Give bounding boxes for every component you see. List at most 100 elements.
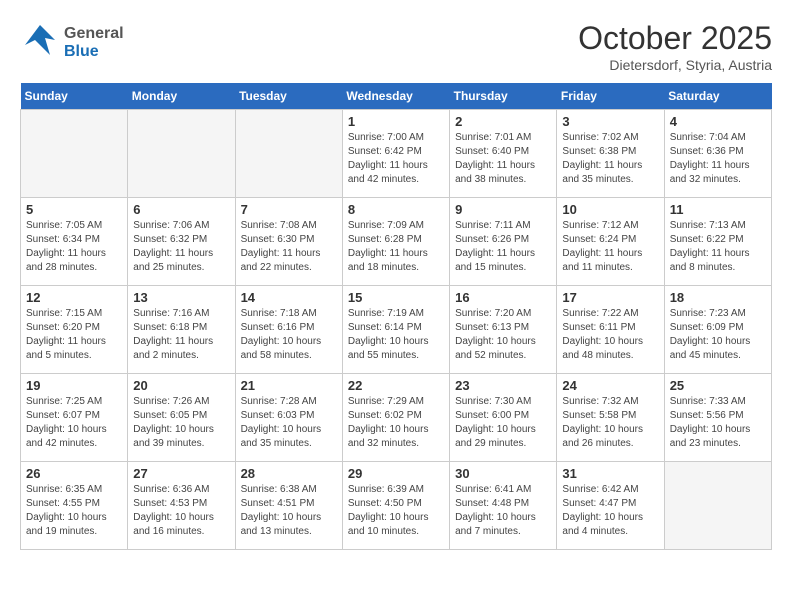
day-number: 1 bbox=[348, 114, 444, 129]
calendar-cell: 6 Sunrise: 7:06 AM Sunset: 6:32 PM Daylig… bbox=[128, 198, 235, 286]
weekday-header-sunday: Sunday bbox=[21, 83, 128, 110]
day-number: 14 bbox=[241, 290, 337, 305]
day-number: 23 bbox=[455, 378, 551, 393]
day-number: 15 bbox=[348, 290, 444, 305]
day-info: Sunrise: 7:25 AM Sunset: 6:07 PM Dayligh… bbox=[26, 395, 122, 451]
day-number: 29 bbox=[348, 466, 444, 481]
weekday-header-wednesday: Wednesday bbox=[342, 83, 449, 110]
day-info: Sunrise: 7:28 AM Sunset: 6:03 PM Dayligh… bbox=[241, 395, 337, 451]
weekday-header-saturday: Saturday bbox=[664, 83, 771, 110]
calendar-cell bbox=[235, 110, 342, 198]
day-info: Sunrise: 7:26 AM Sunset: 6:05 PM Dayligh… bbox=[133, 395, 229, 451]
day-info: Sunrise: 6:35 AM Sunset: 4:55 PM Dayligh… bbox=[26, 483, 122, 539]
day-info: Sunrise: 7:13 AM Sunset: 6:22 PM Dayligh… bbox=[670, 219, 766, 275]
logo-name: General Blue bbox=[64, 25, 124, 60]
day-number: 6 bbox=[133, 202, 229, 217]
day-info: Sunrise: 7:02 AM Sunset: 6:38 PM Dayligh… bbox=[562, 131, 658, 187]
calendar-cell: 17 Sunrise: 7:22 AM Sunset: 6:11 PM Dayli… bbox=[557, 286, 664, 374]
weekday-header-thursday: Thursday bbox=[450, 83, 557, 110]
day-number: 13 bbox=[133, 290, 229, 305]
day-number: 26 bbox=[26, 466, 122, 481]
day-info: Sunrise: 7:20 AM Sunset: 6:13 PM Dayligh… bbox=[455, 307, 551, 363]
day-info: Sunrise: 6:42 AM Sunset: 4:47 PM Dayligh… bbox=[562, 483, 658, 539]
calendar-cell: 4Sunrise: 7:04 AM Sunset: 6:36 PM Daylig… bbox=[664, 110, 771, 198]
calendar-cell: 23Sunrise: 7:30 AM Sunset: 6:00 PM Dayli… bbox=[450, 374, 557, 462]
calendar-week-2: 5Sunrise: 7:05 AM Sunset: 6:34 PM Daylig… bbox=[21, 198, 772, 286]
day-number: 18 bbox=[670, 290, 766, 305]
day-info: Sunrise: 7:09 AM Sunset: 6:28 PM Dayligh… bbox=[348, 219, 444, 275]
calendar-week-4: 19 Sunrise: 7:25 AM Sunset: 6:07 PM Dayli… bbox=[21, 374, 772, 462]
calendar-cell: 8Sunrise: 7:09 AM Sunset: 6:28 PM Daylig… bbox=[342, 198, 449, 286]
calendar-cell bbox=[21, 110, 128, 198]
day-number: 2 bbox=[455, 114, 551, 129]
weekday-header-tuesday: Tuesday bbox=[235, 83, 342, 110]
day-number: 16 bbox=[455, 290, 551, 305]
day-number: 10 bbox=[562, 202, 658, 217]
calendar-week-3: 12 Sunrise: 7:15 AM Sunset: 6:20 PM Dayli… bbox=[21, 286, 772, 374]
calendar-cell: 14 Sunrise: 7:18 AM Sunset: 6:16 PM Dayli… bbox=[235, 286, 342, 374]
weekday-header-friday: Friday bbox=[557, 83, 664, 110]
calendar-header-row: SundayMondayTuesdayWednesdayThursdayFrid… bbox=[21, 83, 772, 110]
calendar-cell: 15 Sunrise: 7:19 AM Sunset: 6:14 PM Dayli… bbox=[342, 286, 449, 374]
day-info: Sunrise: 7:08 AM Sunset: 6:30 PM Dayligh… bbox=[241, 219, 337, 275]
day-number: 28 bbox=[241, 466, 337, 481]
calendar-cell: 25Sunrise: 7:33 AM Sunset: 5:56 PM Dayli… bbox=[664, 374, 771, 462]
day-number: 17 bbox=[562, 290, 658, 305]
logo-bird-icon bbox=[20, 20, 60, 65]
day-info: Sunrise: 6:41 AM Sunset: 4:48 PM Dayligh… bbox=[455, 483, 551, 539]
calendar-cell bbox=[128, 110, 235, 198]
day-number: 9 bbox=[455, 202, 551, 217]
day-info: Sunrise: 7:16 AM Sunset: 6:18 PM Dayligh… bbox=[133, 307, 229, 363]
day-number: 11 bbox=[670, 202, 766, 217]
logo-general-text: General bbox=[64, 25, 124, 43]
calendar-cell: 19 Sunrise: 7:25 AM Sunset: 6:07 PM Dayli… bbox=[21, 374, 128, 462]
logo: General Blue bbox=[20, 20, 124, 65]
calendar-table: SundayMondayTuesdayWednesdayThursdayFrid… bbox=[20, 83, 772, 550]
calendar-cell: 29 Sunrise: 6:39 AM Sunset: 4:50 PM Dayli… bbox=[342, 462, 449, 550]
calendar-week-1: 1Sunrise: 7:00 AM Sunset: 6:42 PM Daylig… bbox=[21, 110, 772, 198]
day-info: Sunrise: 7:12 AM Sunset: 6:24 PM Dayligh… bbox=[562, 219, 658, 275]
calendar-cell: 10 Sunrise: 7:12 AM Sunset: 6:24 PM Dayli… bbox=[557, 198, 664, 286]
day-number: 3 bbox=[562, 114, 658, 129]
day-info: Sunrise: 7:01 AM Sunset: 6:40 PM Dayligh… bbox=[455, 131, 551, 187]
day-info: Sunrise: 6:38 AM Sunset: 4:51 PM Dayligh… bbox=[241, 483, 337, 539]
day-info: Sunrise: 7:32 AM Sunset: 5:58 PM Dayligh… bbox=[562, 395, 658, 451]
day-number: 27 bbox=[133, 466, 229, 481]
calendar-cell: 2 Sunrise: 7:01 AM Sunset: 6:40 PM Daylig… bbox=[450, 110, 557, 198]
day-number: 12 bbox=[26, 290, 122, 305]
calendar-cell: 28 Sunrise: 6:38 AM Sunset: 4:51 PM Dayli… bbox=[235, 462, 342, 550]
location-subtitle: Dietersdorf, Styria, Austria bbox=[578, 57, 772, 73]
day-info: Sunrise: 6:39 AM Sunset: 4:50 PM Dayligh… bbox=[348, 483, 444, 539]
day-number: 21 bbox=[241, 378, 337, 393]
calendar-cell: 26 Sunrise: 6:35 AM Sunset: 4:55 PM Dayli… bbox=[21, 462, 128, 550]
calendar-cell: 3 Sunrise: 7:02 AM Sunset: 6:38 PM Daylig… bbox=[557, 110, 664, 198]
day-info: Sunrise: 7:22 AM Sunset: 6:11 PM Dayligh… bbox=[562, 307, 658, 363]
calendar-cell: 21 Sunrise: 7:28 AM Sunset: 6:03 PM Dayli… bbox=[235, 374, 342, 462]
calendar-cell: 5Sunrise: 7:05 AM Sunset: 6:34 PM Daylig… bbox=[21, 198, 128, 286]
calendar-cell: 1Sunrise: 7:00 AM Sunset: 6:42 PM Daylig… bbox=[342, 110, 449, 198]
logo-blue-text: Blue bbox=[64, 43, 124, 61]
day-info: Sunrise: 7:33 AM Sunset: 5:56 PM Dayligh… bbox=[670, 395, 766, 451]
day-number: 7 bbox=[241, 202, 337, 217]
page-header: General Blue October 2025 Dietersdorf, S… bbox=[20, 20, 772, 73]
weekday-header-monday: Monday bbox=[128, 83, 235, 110]
day-info: Sunrise: 7:19 AM Sunset: 6:14 PM Dayligh… bbox=[348, 307, 444, 363]
calendar-cell: 24 Sunrise: 7:32 AM Sunset: 5:58 PM Dayli… bbox=[557, 374, 664, 462]
day-info: Sunrise: 7:06 AM Sunset: 6:32 PM Dayligh… bbox=[133, 219, 229, 275]
day-info: Sunrise: 7:18 AM Sunset: 6:16 PM Dayligh… bbox=[241, 307, 337, 363]
calendar-cell: 20Sunrise: 7:26 AM Sunset: 6:05 PM Dayli… bbox=[128, 374, 235, 462]
day-info: Sunrise: 7:23 AM Sunset: 6:09 PM Dayligh… bbox=[670, 307, 766, 363]
day-info: Sunrise: 7:15 AM Sunset: 6:20 PM Dayligh… bbox=[26, 307, 122, 363]
day-number: 19 bbox=[26, 378, 122, 393]
calendar-cell: 31Sunrise: 6:42 AM Sunset: 4:47 PM Dayli… bbox=[557, 462, 664, 550]
calendar-cell: 9 Sunrise: 7:11 AM Sunset: 6:26 PM Daylig… bbox=[450, 198, 557, 286]
title-section: October 2025 Dietersdorf, Styria, Austri… bbox=[578, 20, 772, 73]
day-info: Sunrise: 7:11 AM Sunset: 6:26 PM Dayligh… bbox=[455, 219, 551, 275]
calendar-cell: 7 Sunrise: 7:08 AM Sunset: 6:30 PM Daylig… bbox=[235, 198, 342, 286]
day-number: 24 bbox=[562, 378, 658, 393]
calendar-cell: 27Sunrise: 6:36 AM Sunset: 4:53 PM Dayli… bbox=[128, 462, 235, 550]
calendar-cell: 11 Sunrise: 7:13 AM Sunset: 6:22 PM Dayli… bbox=[664, 198, 771, 286]
day-info: Sunrise: 7:05 AM Sunset: 6:34 PM Dayligh… bbox=[26, 219, 122, 275]
calendar-week-5: 26 Sunrise: 6:35 AM Sunset: 4:55 PM Dayli… bbox=[21, 462, 772, 550]
calendar-cell: 18 Sunrise: 7:23 AM Sunset: 6:09 PM Dayli… bbox=[664, 286, 771, 374]
